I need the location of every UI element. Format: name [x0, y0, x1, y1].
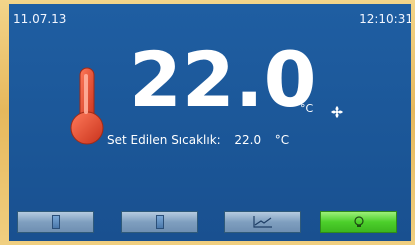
light-button[interactable] — [320, 211, 397, 233]
time-label: 12:10:31 — [359, 12, 411, 26]
thermometer-icon — [65, 66, 109, 146]
current-temperature: 22.0 — [129, 35, 317, 124]
menu-1-icon — [51, 215, 60, 229]
date-label: 11.07.13 — [13, 12, 67, 26]
set-temperature-label: Set Edilen Sıcaklık: — [107, 133, 221, 147]
set-temperature-line: Set Edilen Sıcaklık: 22.0 °C — [107, 133, 289, 147]
menu-button-1[interactable] — [17, 211, 94, 233]
set-temperature-value: 22.0 — [234, 133, 262, 147]
trend-chart-icon — [252, 216, 272, 228]
menu-2-icon — [155, 215, 164, 229]
temperature-unit: °C — [300, 102, 314, 115]
menu-button-2[interactable] — [121, 211, 198, 233]
device-bezel: 11.07.13 12:10:31 22.0 °C Set Edilen Sıc… — [0, 0, 415, 245]
fan-icon — [330, 104, 344, 118]
trend-button[interactable] — [224, 211, 301, 233]
display-screen: 11.07.13 12:10:31 22.0 °C Set Edilen Sıc… — [9, 4, 411, 241]
bulb-icon — [353, 216, 364, 227]
set-temperature-unit: °C — [274, 133, 290, 147]
